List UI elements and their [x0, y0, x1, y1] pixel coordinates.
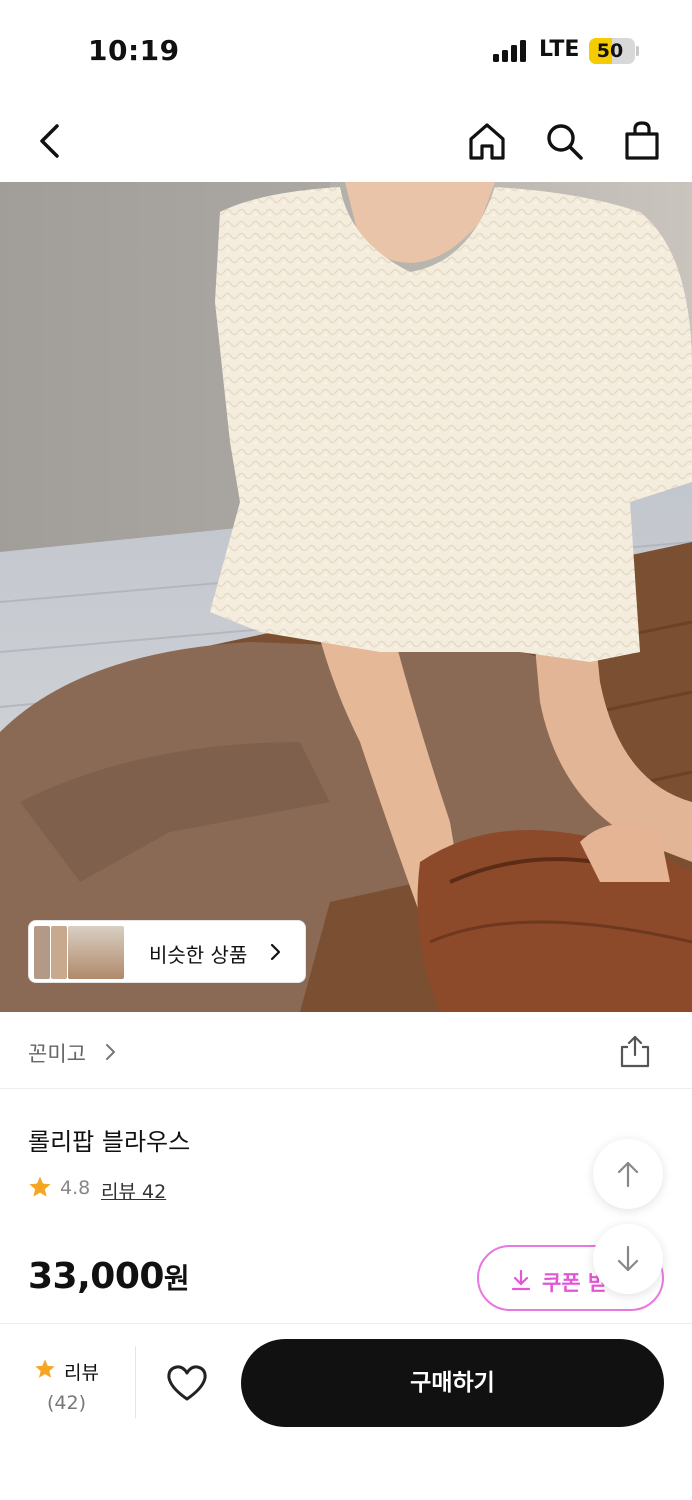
- arrow-down-icon: [617, 1245, 639, 1272]
- cart-bag-icon[interactable]: [621, 120, 663, 162]
- battery-icon: 50: [589, 38, 635, 64]
- search-icon[interactable]: [543, 120, 585, 162]
- thumbnail: [50, 925, 68, 980]
- status-bar: 10:19 LTE 50: [0, 0, 692, 100]
- product-name: 롤리팝 블라우스: [28, 1128, 191, 1156]
- scroll-down-button[interactable]: [593, 1224, 663, 1294]
- rating-value: 4.8: [60, 1177, 91, 1199]
- chevron-right-icon[interactable]: [104, 1042, 116, 1062]
- arrow-up-icon: [617, 1161, 639, 1188]
- thumbnail: [33, 925, 51, 980]
- scroll-up-button[interactable]: [593, 1139, 663, 1209]
- review-count: (42): [47, 1392, 87, 1414]
- battery-level: 50: [596, 40, 624, 62]
- similar-products-button[interactable]: 비슷한 상품: [28, 920, 306, 983]
- network-label: LTE: [539, 37, 580, 62]
- buy-button[interactable]: 구매하기: [241, 1339, 664, 1427]
- thumbnail: [67, 925, 125, 980]
- home-icon[interactable]: [466, 120, 508, 162]
- battery-tip: [636, 46, 639, 56]
- divider: [135, 1346, 136, 1418]
- review-shortcut[interactable]: 리뷰 (42): [30, 1356, 110, 1416]
- chevron-right-icon: [269, 943, 281, 961]
- product-price: 33,000원: [28, 1256, 190, 1297]
- similar-thumbnails: [33, 925, 125, 980]
- brand-link[interactable]: 꼰미고: [28, 1038, 86, 1068]
- signal-icon: [493, 40, 529, 62]
- heart-icon[interactable]: [166, 1364, 208, 1402]
- review-label: 리뷰: [64, 1362, 99, 1384]
- review-count-link[interactable]: 리뷰 42: [101, 1177, 166, 1204]
- price-unit: 원: [163, 1262, 190, 1295]
- product-image[interactable]: 비슷한 상품: [0, 182, 692, 1012]
- download-icon: [511, 1269, 531, 1291]
- star-icon: [34, 1358, 56, 1380]
- star-icon: [28, 1175, 52, 1199]
- top-nav: [0, 100, 692, 182]
- back-icon[interactable]: [30, 120, 72, 162]
- price-amount: 33,000: [28, 1256, 164, 1297]
- similar-products-label: 비슷한 상품: [149, 943, 248, 967]
- share-icon[interactable]: [619, 1034, 651, 1068]
- status-time: 10:19: [88, 34, 180, 67]
- brand-row: 꼰미고: [0, 1012, 692, 1089]
- product-photo: [0, 182, 692, 1012]
- bottom-action-bar: 리뷰 (42) 구매하기: [0, 1323, 692, 1500]
